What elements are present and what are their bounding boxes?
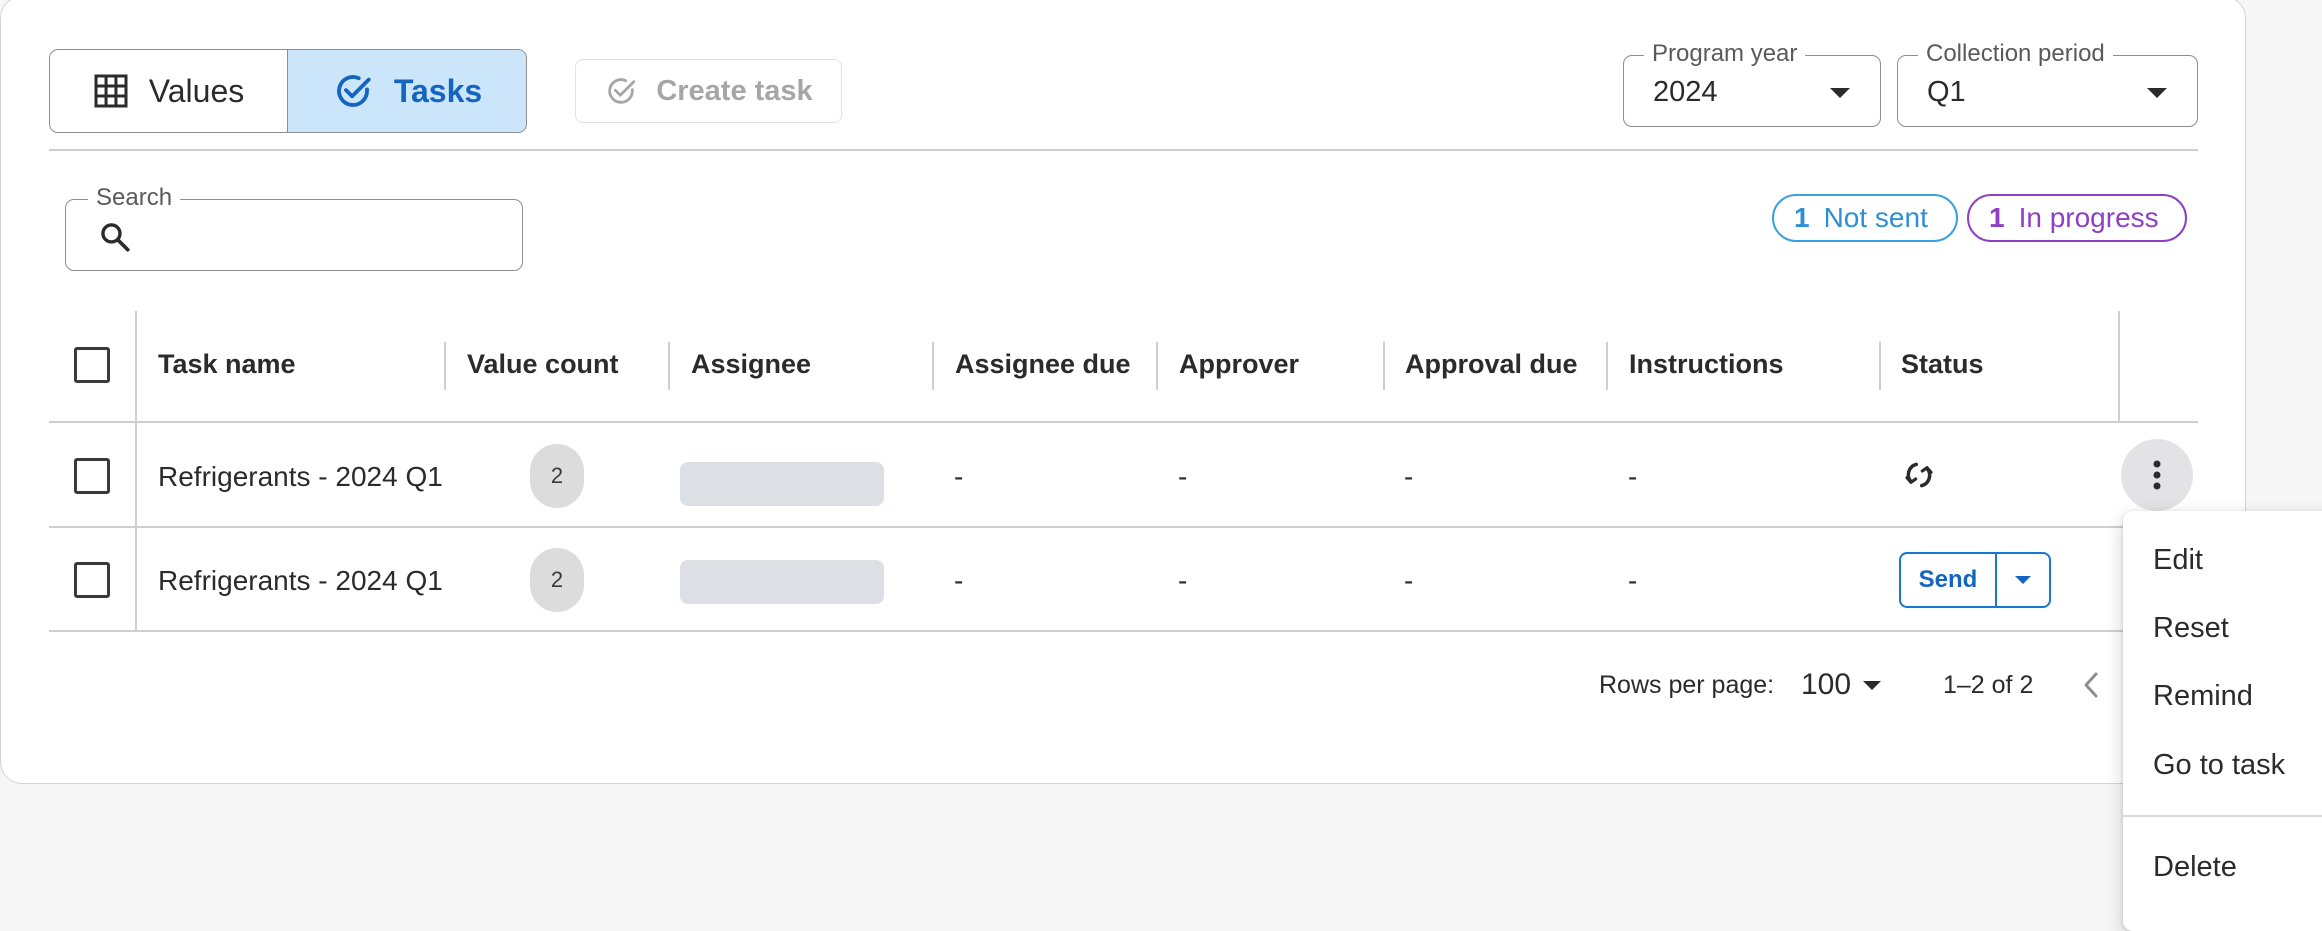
approval-due-cell: -	[1404, 461, 1414, 492]
menu-divider	[2123, 815, 2322, 817]
assignee-due-cell: -	[954, 461, 964, 492]
check-circle-icon	[336, 75, 371, 107]
column-header-assignee-due[interactable]: Assignee due	[955, 349, 1131, 380]
row-divider	[49, 526, 2198, 528]
not-sent-label: Not sent	[1823, 202, 1928, 233]
column-header-status[interactable]: Status	[1901, 349, 1984, 380]
assignee-due-cell: -	[954, 565, 964, 596]
header-row-divider	[49, 421, 2198, 423]
search-label: Search	[88, 184, 181, 212]
task-name-cell[interactable]: Refrigerants - 2024 Q1	[158, 565, 443, 597]
assignee-placeholder	[680, 560, 884, 604]
not-sent-count: 1	[1794, 202, 1810, 233]
chevron-left-icon[interactable]	[2080, 670, 2102, 700]
row-checkbox[interactable]	[74, 562, 110, 598]
instructions-cell: -	[1628, 461, 1638, 492]
send-split-button: Send	[1899, 552, 2051, 608]
checkbox-column-divider	[135, 311, 137, 631]
values-label: Values	[148, 72, 245, 109]
search-field: Search	[65, 184, 523, 271]
search-input[interactable]	[146, 214, 506, 256]
row-divider	[49, 630, 2198, 632]
rows-per-page-select[interactable]: 100	[1801, 668, 1851, 702]
value-count-badge: 2	[530, 444, 584, 508]
caret-down-icon	[2147, 88, 2167, 98]
more-vertical-icon	[2153, 460, 2161, 490]
actions-column-divider	[2118, 311, 2120, 421]
collection-period-value: Q1	[1927, 76, 1966, 108]
rows-per-page-label: Rows per page:	[1599, 671, 1775, 699]
caret-down-icon	[1863, 681, 1881, 690]
program-year-label: Program year	[1644, 40, 1806, 68]
send-button[interactable]: Send	[1901, 554, 1997, 606]
menu-item-go-to-task[interactable]: Go to task	[2153, 749, 2285, 782]
tasks-label: Tasks	[393, 72, 483, 109]
column-header-instructions[interactable]: Instructions	[1629, 349, 1784, 380]
check-circle-icon	[608, 78, 636, 104]
value-count-badge: 2	[530, 548, 584, 612]
program-year-value: 2024	[1653, 76, 1718, 108]
column-separator[interactable]	[1606, 342, 1608, 390]
create-task-button[interactable]: Create task	[575, 59, 842, 123]
column-separator[interactable]	[444, 342, 446, 390]
column-header-approver[interactable]: Approver	[1179, 349, 1299, 380]
column-separator[interactable]	[668, 342, 670, 390]
tasks-toggle-button[interactable]: Tasks	[288, 50, 526, 132]
row-checkbox[interactable]	[74, 458, 110, 494]
column-separator[interactable]	[1383, 342, 1385, 390]
column-header-task-name[interactable]: Task name	[158, 349, 296, 380]
in-progress-count: 1	[1989, 202, 2005, 233]
column-separator[interactable]	[932, 342, 934, 390]
column-separator[interactable]	[1156, 342, 1158, 390]
menu-item-reset[interactable]: Reset	[2153, 612, 2229, 645]
caret-down-icon	[2015, 576, 2031, 584]
column-header-assignee[interactable]: Assignee	[691, 349, 811, 380]
menu-item-edit[interactable]: Edit	[2153, 544, 2203, 577]
grid-icon	[94, 74, 128, 108]
send-options-button[interactable]	[1997, 554, 2049, 606]
approver-cell: -	[1178, 565, 1188, 596]
toolbar-divider	[49, 149, 2198, 151]
column-header-value-count[interactable]: Value count	[467, 349, 619, 380]
instructions-cell: -	[1628, 565, 1638, 596]
pagination-range: 1–2 of 2	[1943, 671, 2034, 699]
column-header-approval-due[interactable]: Approval due	[1405, 349, 1578, 380]
menu-item-remind[interactable]: Remind	[2153, 680, 2253, 713]
select-all-checkbox[interactable]	[74, 347, 110, 383]
row-actions-button[interactable]	[2121, 439, 2193, 511]
in-progress-chip[interactable]: 1 In progress	[1967, 194, 2187, 242]
create-task-label: Create task	[656, 74, 813, 107]
collection-period-select[interactable]: Collection period Q1	[1897, 40, 2198, 127]
row-actions-menu: Edit Reset Remind Go to task Delete	[2123, 511, 2322, 931]
collection-period-label: Collection period	[1918, 40, 2113, 68]
values-toggle-button[interactable]: Values	[50, 50, 288, 132]
view-toggle: Values Tasks	[49, 49, 527, 133]
search-icon	[101, 223, 130, 252]
approval-due-cell: -	[1404, 565, 1414, 596]
sync-icon	[1905, 462, 1933, 488]
task-name-cell[interactable]: Refrigerants - 2024 Q1	[158, 461, 443, 493]
assignee-placeholder	[680, 462, 884, 506]
program-year-select[interactable]: Program year 2024	[1623, 40, 1881, 127]
approver-cell: -	[1178, 461, 1188, 492]
in-progress-label: In progress	[2018, 202, 2159, 233]
column-separator[interactable]	[1879, 342, 1881, 390]
caret-down-icon	[1830, 88, 1850, 98]
not-sent-chip[interactable]: 1 Not sent	[1772, 194, 1958, 242]
menu-item-delete[interactable]: Delete	[2153, 851, 2237, 884]
